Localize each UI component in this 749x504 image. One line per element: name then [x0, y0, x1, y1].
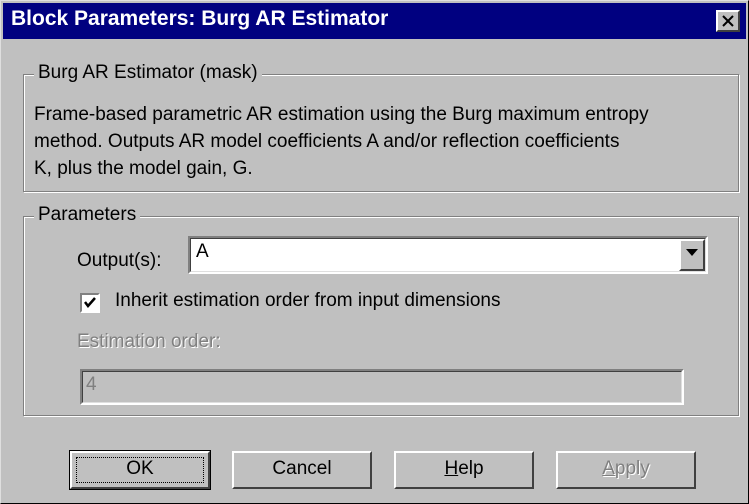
chevron-down-icon	[686, 249, 698, 256]
cancel-button-label: Cancel	[272, 458, 332, 479]
close-button[interactable]	[716, 10, 740, 32]
inherit-order-label[interactable]: Inherit estimation order from input dime…	[115, 290, 500, 312]
dialog-window: Block Parameters: Burg AR Estimator Burg…	[0, 0, 749, 504]
output-label: Output(s):	[77, 250, 162, 271]
estimation-order-label: Estimation order:	[77, 331, 221, 352]
description-line: method. Outputs AR model coefficients A …	[34, 131, 620, 152]
ok-button[interactable]: OK	[69, 450, 211, 490]
description-line: K, plus the model gain, G.	[34, 158, 253, 179]
checkmark-icon	[84, 297, 96, 308]
cancel-button[interactable]: Cancel	[232, 451, 372, 489]
window-title: Block Parameters: Burg AR Estimator	[11, 7, 389, 30]
help-button[interactable]: Help	[394, 451, 534, 489]
apply-mnemonic: A	[602, 458, 615, 479]
ok-button-label: OK	[126, 458, 154, 479]
description-group-legend: Burg AR Estimator (mask)	[34, 62, 262, 84]
apply-label-rest: pply	[614, 458, 650, 479]
apply-button[interactable]: Apply	[556, 451, 696, 489]
output-select[interactable]: A	[188, 236, 708, 274]
estimation-order-value: 4	[86, 374, 97, 395]
estimation-order-field[interactable]: 4	[80, 369, 684, 405]
description-line: Frame-based parametric AR estimation usi…	[34, 104, 649, 125]
output-dropdown-button[interactable]	[679, 239, 705, 271]
close-icon	[722, 15, 734, 27]
apply-button-label: Apply	[602, 458, 650, 479]
inherit-order-checkbox[interactable]	[80, 293, 100, 313]
help-mnemonic: H	[444, 458, 459, 479]
description-group: Burg AR Estimator (mask) Frame-based par…	[23, 62, 739, 192]
output-select-value: A	[196, 241, 209, 262]
parameters-group-legend: Parameters	[34, 204, 141, 226]
title-bar[interactable]: Block Parameters: Burg AR Estimator	[3, 3, 746, 39]
parameters-group: Parameters Output(s): A Inherit estimati…	[23, 204, 739, 416]
help-label-rest: elp	[458, 458, 484, 479]
block-description: Frame-based parametric AR estimation usi…	[34, 101, 730, 182]
help-button-label: Help	[444, 458, 483, 479]
